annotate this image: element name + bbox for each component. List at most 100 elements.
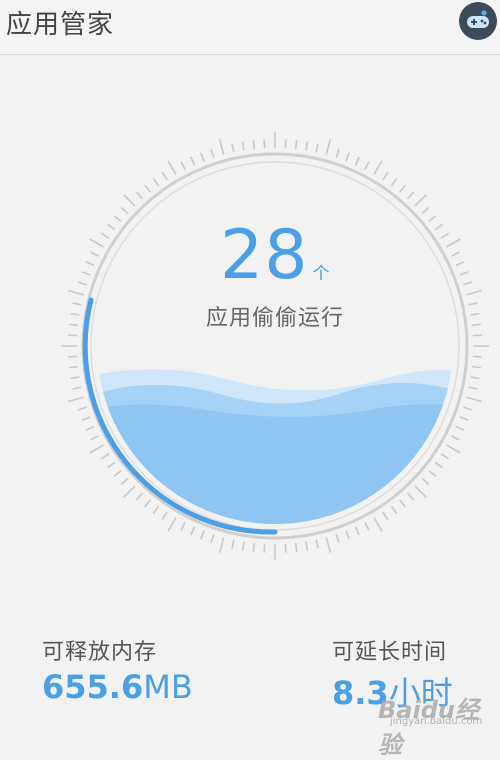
gauge-tick <box>451 436 459 440</box>
gauge-tick <box>253 543 254 552</box>
gauge-tick <box>451 252 459 256</box>
gauge-tick <box>82 417 90 420</box>
gauge-tick <box>356 527 360 535</box>
gauge-tick <box>356 157 360 165</box>
gauge-tick <box>232 144 234 153</box>
gauge-tick <box>471 377 480 378</box>
gauge-tick <box>463 282 472 285</box>
gauge-tick <box>296 543 297 552</box>
gauge-tick <box>124 195 135 206</box>
gauge-tick <box>181 162 185 170</box>
gauge-tick <box>220 139 224 154</box>
gauge-tick <box>211 534 214 543</box>
gauge-tick <box>400 185 406 192</box>
gauge-tick <box>407 192 413 199</box>
gauge-tick <box>326 139 330 154</box>
memory-number: 655.6 <box>42 668 143 706</box>
gauge-tick <box>346 153 349 161</box>
gauge-tick <box>253 140 254 149</box>
gauge-tick <box>346 531 349 539</box>
gauge-tick <box>383 512 388 520</box>
gauge-tick <box>446 239 460 247</box>
gauge-tick <box>78 407 87 410</box>
gauge-tick <box>374 517 382 531</box>
running-count-unit: 个 <box>313 259 330 284</box>
gauge-tick <box>153 179 158 186</box>
gauge-tick <box>86 262 94 266</box>
gauge-tick <box>191 157 195 165</box>
gauge-tick <box>446 445 460 453</box>
battery-label: 可延长时间 <box>332 634 447 666</box>
running-count-label: 应用偷偷运行 <box>0 300 500 332</box>
gauge-tick <box>469 387 478 389</box>
gauge-tick <box>456 262 464 266</box>
gauge-tick <box>211 149 214 158</box>
gauge-tick <box>220 537 224 552</box>
gauge-tick <box>232 540 234 549</box>
gauge-tick <box>162 172 167 180</box>
gauge-tick <box>336 149 339 158</box>
gauge-tick <box>415 195 426 206</box>
gauge-tick <box>472 367 481 368</box>
gauge-tick <box>429 471 436 477</box>
gauge-tick <box>201 153 204 161</box>
gauge-tick <box>383 172 388 180</box>
memory-gauge <box>0 0 500 740</box>
gauge-tick <box>466 291 481 295</box>
gauge-tick <box>441 233 449 238</box>
gauge-tick <box>73 387 82 389</box>
memory-label: 可释放内存 <box>42 634 157 666</box>
running-count: 28 个 <box>220 206 330 296</box>
running-count-number: 28 <box>220 216 309 296</box>
gauge-tick <box>114 216 121 222</box>
gauge-tick <box>108 224 115 229</box>
gauge-tick <box>145 500 151 507</box>
gauge-tick <box>435 224 442 229</box>
gauge-tick <box>400 500 406 507</box>
gauge-tick <box>82 272 90 275</box>
gauge-tick <box>145 185 151 192</box>
gauge-tick <box>101 454 109 459</box>
gauge-tick <box>391 506 396 513</box>
gauge-tick <box>463 407 472 410</box>
gauge-tick <box>374 161 382 175</box>
gauge-tick <box>306 542 307 551</box>
gauge-tick <box>422 478 429 484</box>
gauge-tick <box>456 427 464 431</box>
gauge-tick <box>68 397 83 401</box>
gauge-tick <box>71 377 80 378</box>
gauge-tick <box>90 239 104 247</box>
gauge-tick <box>136 192 142 199</box>
gauge-tick <box>114 471 121 477</box>
gauge-tick <box>124 486 135 497</box>
gauge-tick <box>326 537 330 552</box>
gauge-tick <box>69 367 78 368</box>
gauge-tick <box>162 512 167 520</box>
memory-value: 655.6MB <box>42 668 193 706</box>
gauge-tick <box>296 140 297 149</box>
gauge-tick <box>435 462 442 467</box>
gauge-tick <box>422 207 429 213</box>
gauge-tick <box>91 436 99 440</box>
gauge-tick <box>336 534 339 543</box>
gauge-tick <box>243 142 244 151</box>
gauge-tick <box>441 454 449 459</box>
gauge-tick <box>121 478 128 484</box>
gauge-tick <box>466 397 481 401</box>
gauge-tick <box>316 540 318 549</box>
gauge-tick <box>306 142 307 151</box>
gauge-tick <box>101 233 109 238</box>
watermark-url: jingyan.baidu.com <box>390 716 482 727</box>
gauge-tick <box>460 272 468 275</box>
gauge-tick <box>407 493 413 500</box>
gauge-tick <box>191 527 195 535</box>
gauge-tick <box>168 161 176 175</box>
gauge-tick <box>78 282 87 285</box>
gauge-tick <box>90 445 104 453</box>
gauge-tick <box>136 493 142 500</box>
gauge-tick <box>68 291 83 295</box>
gauge-tick <box>91 252 99 256</box>
gauge-tick <box>316 144 318 153</box>
gauge-tick <box>243 542 244 551</box>
gauge-tick <box>86 427 94 431</box>
